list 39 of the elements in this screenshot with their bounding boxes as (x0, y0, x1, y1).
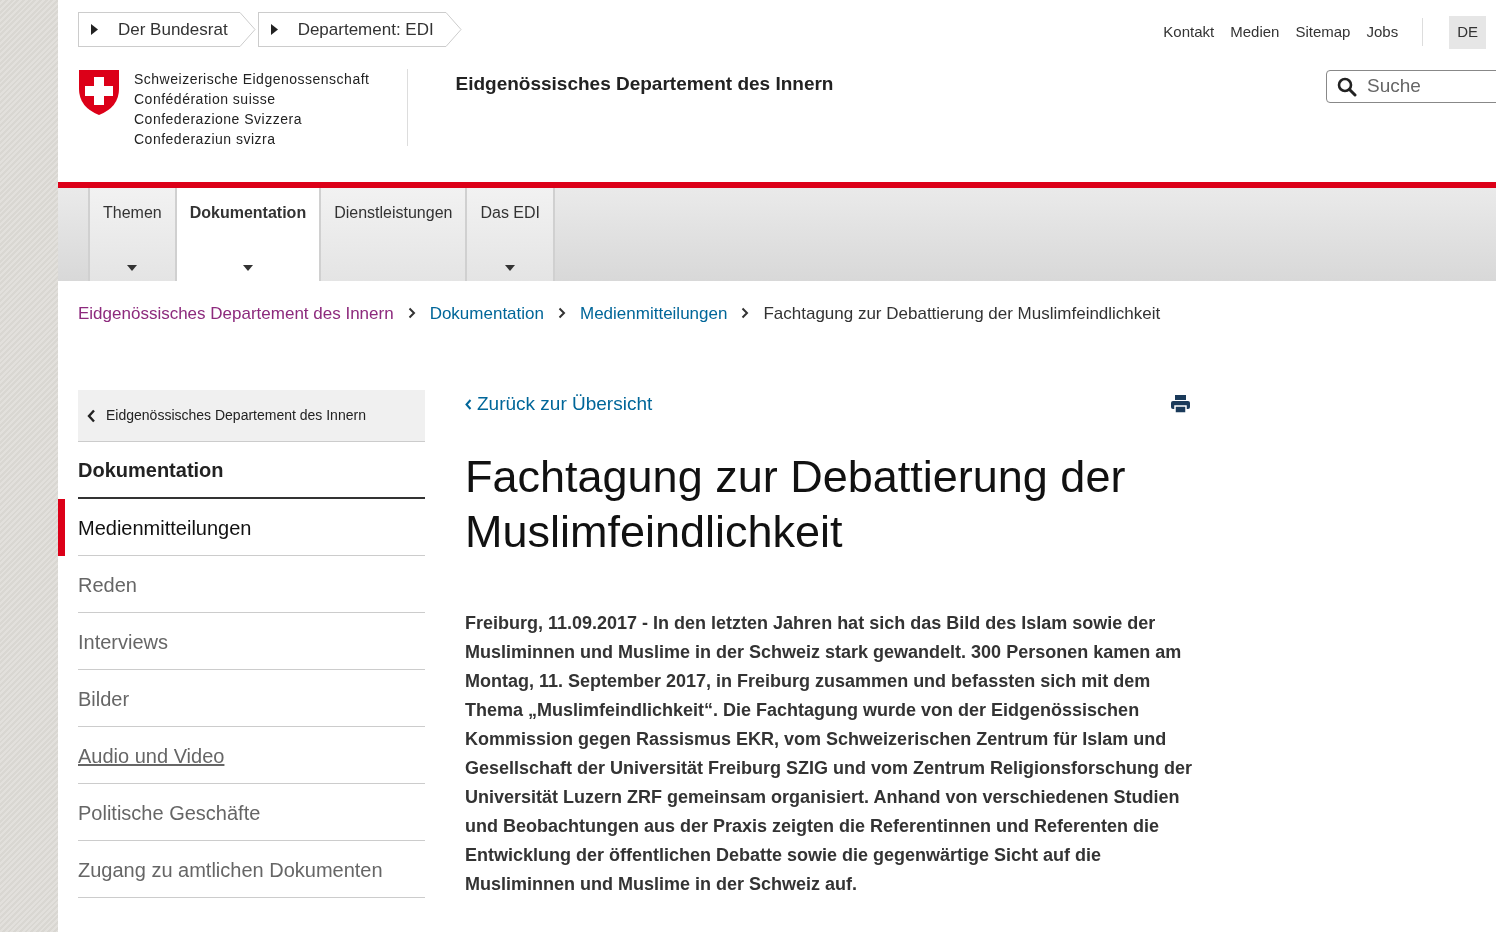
triangle-right-icon (270, 24, 278, 35)
tab-arrow-edge-icon (239, 12, 256, 47)
department-title: Eidgenössisches Departement des Innern (455, 71, 834, 96)
logo-text: Schweizerische Eidgenossenschaft (134, 69, 370, 89)
logo-text: Confédération suisse (134, 89, 277, 109)
nav-tab[interactable]: Dienstleistungen (319, 187, 466, 281)
sidebar-item[interactable]: Medienmitteilungen (58, 499, 425, 556)
chevron-left-icon (87, 408, 96, 423)
breadcrumb-link[interactable]: Eidgenössisches Departement des Innern (78, 300, 394, 326)
swiss-cross-logo-icon (78, 68, 120, 116)
back-link[interactable]: Zurück zur Übersicht (465, 390, 653, 419)
breadcrumb-link[interactable]: Dokumentation (429, 300, 544, 326)
logo-text: Confederaziun svizra (134, 129, 277, 149)
tab-arrow-edge-icon (445, 12, 462, 47)
nav-tab[interactable]: Das EDI (465, 187, 556, 281)
chevron-right-icon (407, 307, 416, 320)
chevron-right-icon (741, 307, 750, 320)
lead-paragraph: Freiburg, 11.09.2017 - In den letzten Jahren hat sich das Bild des Islam sowie der Musliminnen und Muslime in der Schweiz stark gewandelt. 300 Personen kamen am Montag, 11. September 2017, in Freiburg zusammen und befassten sich mit dem Thema „Muslimfeindlichkeit“. Die Fachtagung wurde von der Eidgenössischen Kommission gegen Rassismus EKR, vom Schweizerischen Zentrum für Islam und Gesellschaft der Universität Freiburg SZIG und vom Zentrum Religionsforschung der Universität Luzern ZRF gemeinsam organisiert. Anhand von verschiedenen Studien und Beobachtungen aus der Praxis zeigten die Referentinnen und Referenten die Entwicklung der öffentlichen Debatte sowie die gegenwärtige Sicht auf die Musliminnen und Muslime in der Schweiz auf. (465, 611, 1194, 896)
chevron-right-icon (558, 307, 566, 320)
search-icon (1337, 76, 1357, 97)
breadcrumb-link[interactable]: Medienmitteilungen (580, 300, 728, 326)
search-field[interactable]: Suche (1326, 69, 1496, 103)
article-title: Fachtagung zur Debattierung der Muslimfeindlichkeit (465, 449, 1127, 559)
top-link[interactable]: Jobs (1366, 21, 1399, 44)
nav-tab[interactable]: Dokumentation (174, 187, 320, 281)
caret-down-icon (505, 264, 516, 271)
top-link[interactable]: Kontakt (1163, 21, 1215, 44)
caret-down-icon (127, 264, 138, 271)
breadcrumb-current: Fachtagung zur Debattierung der Muslimfeindlichkeit (763, 302, 1161, 325)
top-link[interactable]: Sitemap (1295, 21, 1351, 44)
nav-tab[interactable]: Themen (88, 187, 175, 281)
logo-text: Confederazione Svizzera (134, 109, 303, 129)
chevron-left-icon (465, 398, 472, 410)
triangle-right-icon (91, 24, 98, 35)
language-button[interactable]: DE (1449, 16, 1486, 49)
print-icon[interactable] (1171, 395, 1190, 414)
caret-down-icon (242, 264, 253, 271)
top-link[interactable]: Medien (1230, 21, 1280, 44)
back-link[interactable]: Eidgenössisches Departement des Innern (78, 390, 425, 442)
